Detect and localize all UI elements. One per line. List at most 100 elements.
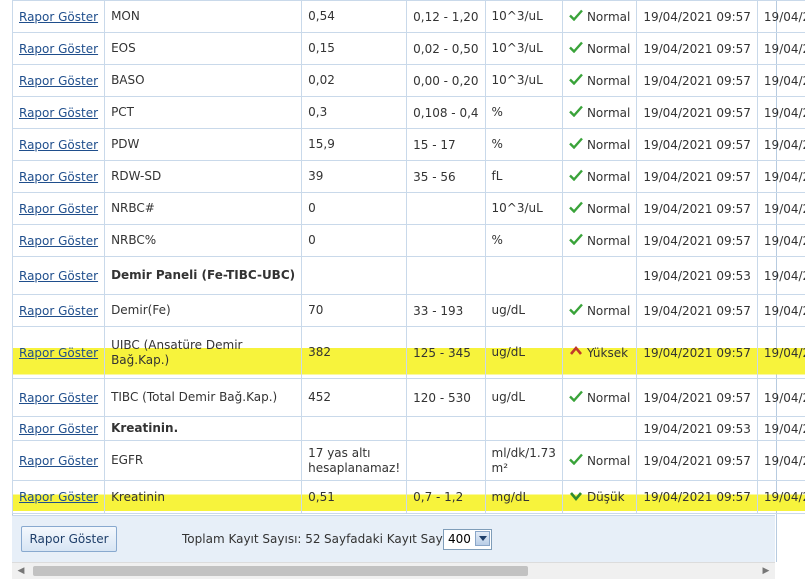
check-icon xyxy=(569,390,583,405)
status-badge: Normal xyxy=(569,169,630,184)
page-size-label: Sayfadaki Kayıt Sayısı xyxy=(324,532,456,546)
date-cell: 19/04/2021 09:57 xyxy=(636,294,758,327)
page-size-value: 400 xyxy=(448,532,471,546)
status-text: Normal xyxy=(586,453,631,468)
date-cell-2: 19/04/2021 xyxy=(756,32,805,65)
date-cell-2: 19/04/2021 xyxy=(756,294,805,327)
status-badge: Normal xyxy=(569,9,630,24)
reference-range: 0,00 - 0,20 xyxy=(406,64,486,97)
date-cell-2: 19/04/2021 xyxy=(756,326,805,379)
date-cell-2: 19/04/2021 xyxy=(756,256,805,295)
horizontal-scrollbar[interactable]: ◀ ▶ xyxy=(12,562,775,579)
date-cell: 19/04/2021 09:57 xyxy=(636,326,758,379)
report-show-button[interactable]: Rapor Göster xyxy=(21,526,117,552)
reference-range xyxy=(406,440,486,481)
status-text: Yüksek xyxy=(586,345,629,360)
date-cell: 19/04/2021 09:53 xyxy=(636,256,758,295)
date-cell: 19/04/2021 09:57 xyxy=(636,440,758,481)
date-cell-2: 19/04/2021 xyxy=(756,378,805,417)
date-cell-2: 19/04/2021 xyxy=(756,0,805,33)
table-row: Rapor Göster PCT 0,3 0,108 - 0,4% Normal 19/0… xyxy=(11,96,805,129)
chevron-down-icon[interactable] xyxy=(475,531,490,546)
date-cell-2: 19/04/2021 xyxy=(756,480,805,514)
status-badge: Normal xyxy=(569,41,630,56)
reference-range xyxy=(406,224,486,257)
unit: 10^3/uL xyxy=(484,32,563,65)
unit: % xyxy=(484,96,563,129)
table-row: Rapor Göster TIBC (Total Demir Bağ.Kap.) 4… xyxy=(11,378,805,417)
table-row: Rapor Göster NRBC# 0 10^3/uL Normal 19/04/202… xyxy=(11,192,805,225)
date-cell-2: 19/04/2021 xyxy=(756,440,805,481)
reference-range: 0,108 - 0,4 xyxy=(406,96,486,129)
reference-range: 120 - 530 xyxy=(406,378,486,417)
table-row: Rapor Göster EOS 0,15 0,02 - 0,50 10^3/uL Nor… xyxy=(11,32,805,65)
arrow-up-icon xyxy=(569,345,583,360)
unit: ug/dL xyxy=(484,378,563,417)
reference-range: 33 - 193 xyxy=(406,294,486,327)
unit: ug/dL xyxy=(484,326,563,379)
result-value: 15,9 xyxy=(301,128,408,161)
test-name: PDW xyxy=(104,128,303,161)
unit: fL xyxy=(484,160,563,193)
status-badge: Normal xyxy=(569,201,630,216)
table-row: Rapor Göster BASO 0,02 0,00 - 0,20 10^3/uL No… xyxy=(11,64,805,97)
date-cell: 19/04/2021 09:53 xyxy=(636,416,758,441)
table-row: Rapor Göster Kreatinin. 19/04/2021 09:53 19… xyxy=(11,416,805,441)
test-name: NRBC# xyxy=(104,192,303,225)
status-badge: Düşük xyxy=(569,490,625,505)
report-link[interactable]: Rapor Göster xyxy=(19,234,98,248)
unit: 10^3/uL xyxy=(484,192,563,225)
report-link[interactable]: Rapor Göster xyxy=(19,454,98,468)
unit: mg/dL xyxy=(484,480,563,514)
unit: 10^3/uL xyxy=(484,0,563,33)
check-icon xyxy=(569,73,583,88)
reference-range: 15 - 17 xyxy=(406,128,486,161)
report-link[interactable]: Rapor Göster xyxy=(19,42,98,56)
unit: 10^3/uL xyxy=(484,64,563,97)
check-icon xyxy=(569,453,583,468)
scrollbar-thumb[interactable] xyxy=(33,566,528,576)
result-value: 0,54 xyxy=(301,0,408,33)
page-size-select[interactable]: 400 xyxy=(443,529,492,550)
status-text: Normal xyxy=(586,303,631,318)
date-cell: 19/04/2021 09:57 xyxy=(636,128,758,161)
result-value: 0 xyxy=(301,192,408,225)
check-icon xyxy=(569,303,583,318)
date-cell: 19/04/2021 09:57 xyxy=(636,64,758,97)
table-row: Rapor Göster MON 0,54 0,12 - 1,20 10^3/uL Nor… xyxy=(11,0,805,33)
scroll-left-icon[interactable]: ◀ xyxy=(15,566,27,576)
status-text: Normal xyxy=(586,137,631,152)
status-text: Normal xyxy=(586,41,631,56)
test-name: PCT xyxy=(104,96,303,129)
status-badge: Normal xyxy=(569,73,630,88)
report-link[interactable]: Rapor Göster xyxy=(19,10,98,24)
table-row: Rapor Göster PDW 15,9 15 - 17% Normal 19/04/2… xyxy=(11,128,805,161)
date-cell: 19/04/2021 09:57 xyxy=(636,0,758,33)
report-link[interactable]: Rapor Göster xyxy=(19,170,98,184)
status-badge: Normal xyxy=(569,105,630,120)
date-cell: 19/04/2021 09:57 xyxy=(636,96,758,129)
report-link[interactable]: Rapor Göster xyxy=(19,490,98,504)
report-link[interactable]: Rapor Göster xyxy=(19,202,98,216)
results-table: Rapor Göster MON 0,54 0,12 - 1,20 10^3/uL Nor… xyxy=(11,0,805,514)
report-link[interactable]: Rapor Göster xyxy=(19,138,98,152)
report-link[interactable]: Rapor Göster xyxy=(19,304,98,318)
unit: ug/dL xyxy=(484,294,563,327)
group-name: Demir Paneli (Fe-TIBC-UBC) xyxy=(104,256,303,295)
report-link[interactable]: Rapor Göster xyxy=(19,269,98,283)
report-link[interactable]: Rapor Göster xyxy=(19,391,98,405)
date-cell: 19/04/2021 09:57 xyxy=(636,160,758,193)
result-value: 452 xyxy=(301,378,408,417)
status-badge: Normal xyxy=(569,303,630,318)
date-cell-2: 19/04/2021 xyxy=(756,224,805,257)
test-name: EGFR xyxy=(104,440,303,481)
check-icon xyxy=(569,105,583,120)
status-badge: Normal xyxy=(569,390,630,405)
report-link[interactable]: Rapor Göster xyxy=(19,74,98,88)
report-link[interactable]: Rapor Göster xyxy=(19,106,98,120)
report-link[interactable]: Rapor Göster xyxy=(19,422,98,436)
total-records-label: Toplam Kayıt Sayısı: 52 xyxy=(182,532,321,546)
status-text: Düşük xyxy=(586,490,625,504)
scroll-right-icon[interactable]: ▶ xyxy=(760,566,772,576)
report-link[interactable]: Rapor Göster xyxy=(19,346,98,360)
